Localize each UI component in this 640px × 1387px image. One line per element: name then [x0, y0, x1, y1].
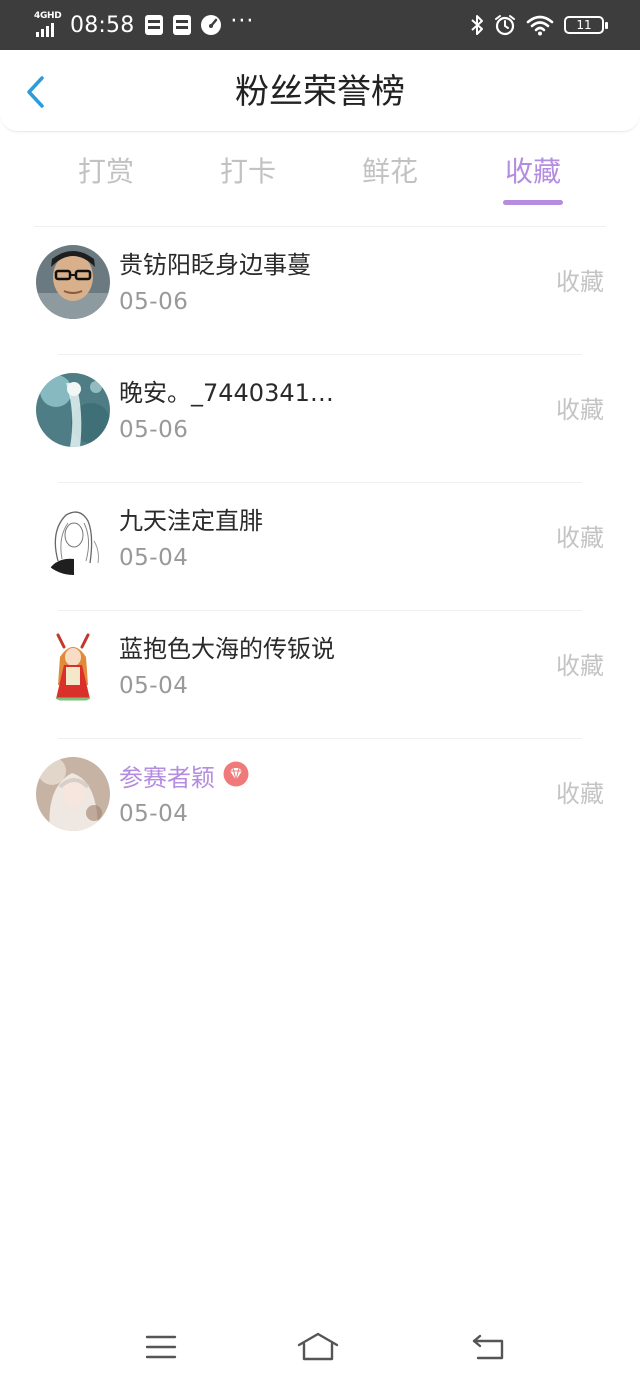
fan-name: 晚安。_7440341… [119, 377, 334, 409]
list-item[interactable]: 贵钫阳眨身边事蔓 05-06 收藏 [0, 227, 640, 355]
fan-date: 05-06 [119, 417, 189, 443]
avatar[interactable] [36, 245, 110, 319]
back-nav-button[interactable] [466, 1327, 510, 1367]
fan-name: 贵钫阳眨身边事蔓 [119, 249, 311, 281]
list-item[interactable]: 九天洼定直腓 05-04 收藏 [0, 483, 640, 611]
avatar[interactable] [36, 757, 110, 831]
sim-card-icon [144, 14, 164, 36]
list-item[interactable]: 晚安。_7440341… 05-06 收藏 [0, 355, 640, 483]
system-nav-bar [0, 1307, 640, 1387]
fan-date: 05-04 [119, 801, 189, 827]
page-title: 粉丝荣誉榜 [235, 72, 405, 112]
avatar[interactable] [36, 373, 110, 447]
home-button[interactable] [296, 1327, 340, 1367]
active-tab-indicator [503, 200, 563, 205]
tab-tip[interactable]: 打赏 [51, 150, 161, 194]
fan-name: 参赛者颖 [119, 761, 249, 795]
action-label: 收藏 [556, 524, 604, 552]
list-item[interactable]: 蓝抱色大海的传钣说 05-04 收藏 [0, 611, 640, 739]
avatar[interactable] [36, 629, 110, 703]
fan-date: 05-04 [119, 545, 189, 571]
status-time: 08:58 [70, 12, 135, 38]
avatar[interactable] [36, 501, 110, 575]
list-item[interactable]: 参赛者颖 05-04 收藏 [0, 739, 640, 867]
wifi-icon [526, 14, 554, 36]
menu-icon [145, 1335, 177, 1359]
signal-icon: 4GHD [34, 10, 64, 40]
action-label: 收藏 [556, 268, 604, 296]
fan-name-text: 贵钫阳眨身边事蔓 [119, 251, 311, 279]
header: 粉丝荣誉榜 [0, 50, 640, 132]
tab-favorite[interactable]: 收藏 [478, 150, 588, 194]
menu-button[interactable] [139, 1327, 183, 1367]
battery-level: 11 [576, 18, 592, 32]
fan-name: 蓝抱色大海的传钣说 [119, 633, 335, 665]
action-label: 收藏 [556, 780, 604, 808]
network-type: 4GHD [34, 11, 62, 21]
fan-name: 九天洼定直腓 [119, 505, 263, 537]
fan-list: 贵钫阳眨身边事蔓 05-06 收藏 晚安。_7440341… 05-06 收藏 [0, 227, 640, 867]
alarm-icon [494, 14, 516, 36]
fan-name-text: 蓝抱色大海的传钣说 [119, 635, 335, 663]
speedometer-icon [200, 14, 222, 36]
bluetooth-icon [470, 14, 484, 36]
back-icon [472, 1334, 504, 1360]
battery-icon: 11 [564, 16, 608, 34]
fan-name-text: 九天洼定直腓 [119, 507, 263, 535]
home-icon [297, 1332, 339, 1361]
action-label: 收藏 [556, 652, 604, 680]
tab-flower[interactable]: 鲜花 [335, 150, 445, 194]
tab-checkin[interactable]: 打卡 [193, 150, 303, 194]
fan-name-text: 晚安。_7440341… [119, 379, 334, 407]
tab-bar: 打赏 打卡 鲜花 收藏 [0, 150, 640, 210]
fan-date: 05-04 [119, 673, 189, 699]
sim-card-icon [172, 14, 192, 36]
diamond-badge-icon [223, 761, 249, 795]
fan-name-text: 参赛者颖 [119, 764, 215, 792]
fan-date: 05-06 [119, 289, 189, 315]
action-label: 收藏 [556, 396, 604, 424]
status-bar: 4GHD 08:58 ··· 11 [0, 0, 640, 50]
more-notifications: ··· [230, 8, 255, 34]
